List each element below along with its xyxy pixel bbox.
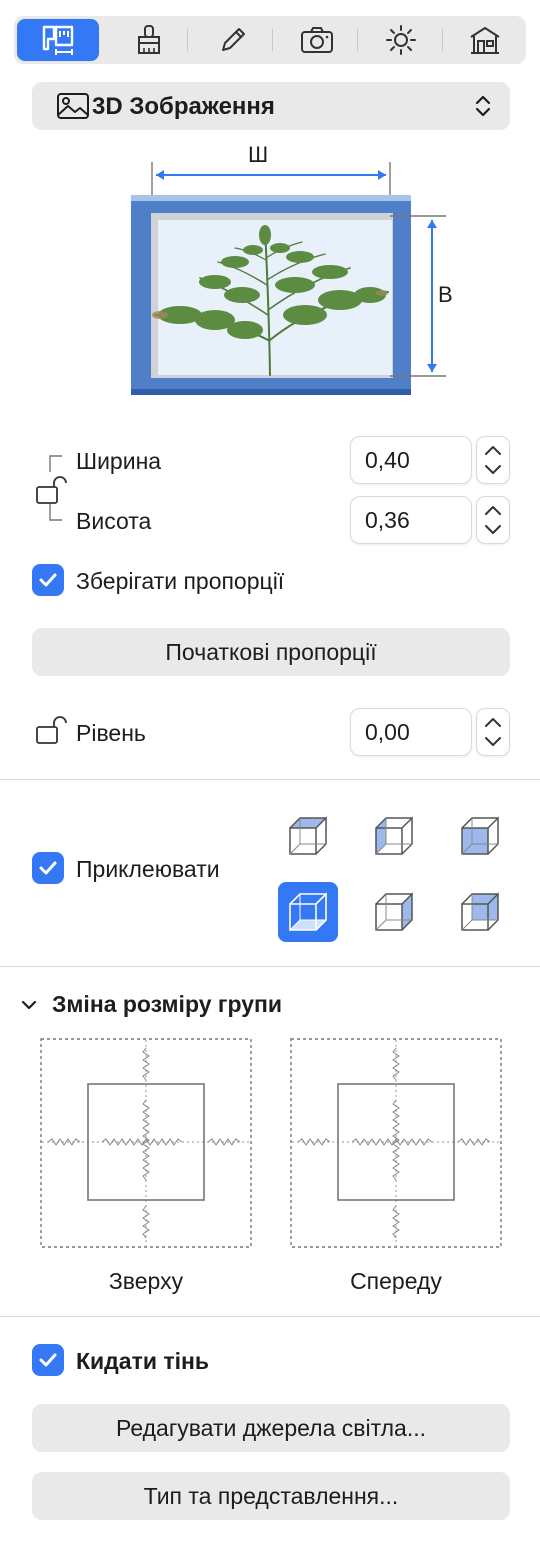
stepper-arrows-icon [485, 506, 501, 534]
chevron-updown-icon [475, 95, 491, 117]
glue-right-face[interactable] [364, 882, 424, 942]
height-label: Висота [76, 508, 152, 534]
cube-left-icon [375, 816, 413, 855]
level-unlocked-icon[interactable] [34, 716, 70, 746]
group-resize-title: Зміна розміру групи [52, 991, 283, 1017]
unlocked-icon[interactable] [34, 476, 70, 506]
edit-lights-button[interactable]: Редагувати джерела світла... [32, 1404, 510, 1452]
camera-icon [301, 27, 333, 53]
checkmark-icon [39, 573, 57, 587]
cast-shadow-label: Кидати тінь [76, 1348, 210, 1374]
group-resize-top-diagram[interactable] [40, 1038, 252, 1248]
level-stepper[interactable] [476, 708, 510, 756]
checkmark-icon [39, 861, 57, 875]
tab-pencil[interactable] [192, 19, 274, 61]
cube-front-icon [461, 816, 499, 855]
tab-dimensions[interactable] [17, 19, 99, 61]
toolbar-separator [272, 29, 273, 51]
front-view-label: Спереду [350, 1268, 442, 1294]
chevron-down-icon[interactable] [20, 996, 38, 1014]
level-label: Рівень [76, 720, 146, 746]
glue-back-face[interactable] [450, 882, 510, 942]
house-icon [470, 27, 500, 54]
cube-bottom-icon [289, 892, 327, 931]
glue-left-face[interactable] [364, 806, 424, 866]
height-marker: В [438, 282, 453, 307]
width-marker: Ш [248, 142, 269, 167]
tab-sun[interactable] [360, 19, 442, 61]
cube-back-icon [461, 892, 499, 931]
tab-camera[interactable] [276, 19, 358, 61]
top-view-label: Зверху [108, 1268, 184, 1294]
stepper-arrows-icon [485, 718, 501, 746]
cast-shadow-checkbox[interactable] [32, 1344, 64, 1376]
height-stepper[interactable] [476, 496, 510, 544]
checkmark-icon [39, 1353, 57, 1367]
image-icon [57, 93, 89, 119]
keep-proportions-checkbox[interactable] [32, 564, 64, 596]
divider [0, 1316, 540, 1317]
divider [0, 779, 540, 780]
cube-right-icon [375, 892, 413, 931]
glue-bottom-face[interactable] [278, 882, 338, 942]
divider [0, 966, 540, 967]
group-resize-front-diagram[interactable] [290, 1038, 502, 1248]
stepper-arrows-icon [485, 446, 501, 474]
keep-proportions-label: Зберігати пропорції [76, 568, 285, 594]
cube-top-icon [289, 816, 327, 855]
toolbar-separator [187, 29, 188, 51]
inspector-toolbar [14, 16, 526, 64]
dimensions-icon [42, 25, 74, 55]
reset-proportions-button[interactable]: Початкові пропорції [32, 628, 510, 676]
pencil-icon [222, 28, 245, 51]
width-stepper[interactable] [476, 436, 510, 484]
tab-house[interactable] [444, 19, 526, 61]
glue-front-face[interactable] [450, 806, 510, 866]
object-type-popup[interactable]: 3D Зображення [32, 82, 510, 130]
tab-brush[interactable] [108, 19, 190, 61]
height-field[interactable]: 0,36 [350, 496, 472, 544]
picture-preview: Ш В [120, 142, 460, 400]
glue-label: Приклеювати [76, 856, 220, 882]
glue-top-face[interactable] [278, 806, 338, 866]
toolbar-separator [357, 29, 358, 51]
sun-icon [386, 25, 416, 55]
glue-checkbox[interactable] [32, 852, 64, 884]
brush-icon [138, 25, 160, 54]
level-field[interactable]: 0,00 [350, 708, 472, 756]
object-type-label: 3D Зображення [92, 93, 275, 120]
toolbar-separator [442, 29, 443, 51]
type-representation-button[interactable]: Тип та представлення... [32, 1472, 510, 1520]
width-field[interactable]: 0,40 [350, 436, 472, 484]
width-label: Ширина [76, 448, 162, 474]
